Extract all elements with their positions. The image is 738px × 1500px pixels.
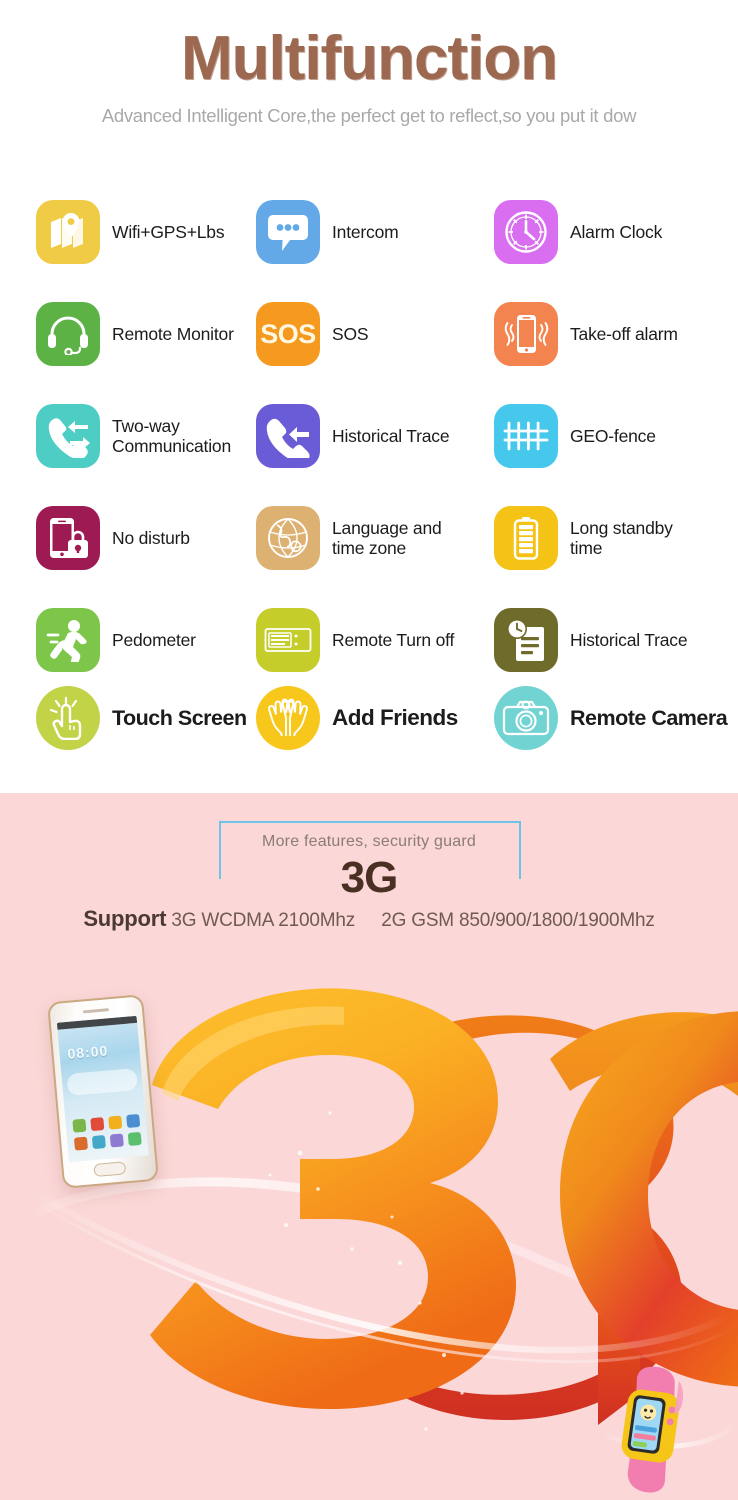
fence-icon <box>494 404 558 468</box>
phone-earpiece <box>82 1008 110 1014</box>
smartphone-mockup: 08:00 <box>47 994 159 1189</box>
map-pin-icon <box>36 200 100 264</box>
phone-app-dock <box>68 1112 145 1158</box>
vibrating-phone-icon <box>494 302 558 366</box>
feature-label: Language and time zone <box>332 517 442 558</box>
feature-item[interactable]: Touch Screen <box>36 686 247 750</box>
promo-tagline: More features, security guard <box>262 833 476 850</box>
feature-item[interactable]: SOS SOS <box>256 302 369 366</box>
feature-item[interactable]: Intercom <box>256 200 399 264</box>
phone-home-button <box>93 1161 127 1178</box>
clock-document-icon <box>494 608 558 672</box>
feature-label: Long standby time <box>570 517 673 558</box>
feature-label: Alarm Clock <box>570 221 663 242</box>
feature-label: No disturb <box>112 527 190 548</box>
feature-label: Two-way Communication <box>112 415 231 456</box>
feature-label: Touch Screen <box>112 705 247 730</box>
feature-label: Wifi+GPS+Lbs <box>112 221 225 242</box>
feature-item[interactable]: Language and time zone <box>256 506 442 570</box>
feature-item[interactable]: Remote Monitor <box>36 302 234 366</box>
header-section: Multifunction Advanced Intelligent Core,… <box>0 0 738 160</box>
phone-status-bar <box>56 1015 138 1030</box>
feature-item[interactable]: Alarm Clock <box>494 200 662 264</box>
battery-icon <box>494 506 558 570</box>
feature-item[interactable]: Wifi+GPS+Lbs <box>36 200 225 264</box>
support-2g-text: 2G GSM 850/900/1800/1900Mhz <box>381 910 655 931</box>
feature-grid: Wifi+GPS+Lbs Intercom Alarm Clock Remote… <box>0 180 738 793</box>
feature-label: Remote Turn off <box>332 629 455 650</box>
headset-icon <box>36 302 100 366</box>
feature-label: Intercom <box>332 221 399 242</box>
phone-clock: 08:00 <box>66 1042 109 1062</box>
incoming-call-icon <box>256 404 320 468</box>
feature-label: Remote Monitor <box>112 323 234 344</box>
two-way-call-icon <box>36 404 100 468</box>
feature-item[interactable]: Historical Trace <box>494 608 688 672</box>
feature-item[interactable]: Pedometer <box>36 608 196 672</box>
promo-network-label: 3G <box>340 853 399 902</box>
feature-item[interactable]: Long standby time <box>494 506 673 570</box>
feature-item[interactable]: GEO-fence <box>494 404 656 468</box>
feature-label: Pedometer <box>112 629 196 650</box>
feature-item[interactable]: Add Friends <box>256 686 458 750</box>
touch-finger-icon <box>36 686 100 750</box>
phone-lock-icon <box>36 506 100 570</box>
two-hands-icon <box>256 686 320 750</box>
support-line: Support 3G WCDMA 2100Mhz 2G GSM 850/900/… <box>0 906 738 932</box>
feature-item[interactable]: Historical Trace <box>256 404 450 468</box>
support-3g-text: 3G WCDMA 2100Mhz <box>171 910 356 931</box>
phone-screen: 08:00 <box>56 1015 149 1163</box>
chat-bubble-icon <box>256 200 320 264</box>
hero-artwork: 08:00 <box>0 963 738 1500</box>
feature-label: Remote Camera <box>570 705 728 730</box>
feature-label: SOS <box>332 323 369 344</box>
feature-label: GEO-fence <box>570 425 656 446</box>
feature-item[interactable]: No disturb <box>36 506 190 570</box>
feature-item[interactable]: Remote Camera <box>494 686 728 750</box>
running-person-icon <box>36 608 100 672</box>
feature-label: Historical Trace <box>570 629 688 650</box>
feature-label: Add Friends <box>332 704 458 730</box>
support-prefix: Support <box>83 906 167 931</box>
clock-icon <box>494 200 558 264</box>
feature-label: Take-off alarm <box>570 323 678 344</box>
sos-icon: SOS <box>256 302 320 366</box>
sos-text: SOS <box>260 318 316 349</box>
product-infographic: Multifunction Advanced Intelligent Core,… <box>0 0 738 1500</box>
page-title: Multifunction <box>180 24 558 93</box>
globe-icon <box>256 506 320 570</box>
feature-item[interactable]: Remote Turn off <box>256 608 454 672</box>
feature-label: Historical Trace <box>332 425 450 446</box>
promo-section: More features, security guard 3G Support… <box>0 793 738 1500</box>
camera-icon <box>494 686 558 750</box>
page-subtitle: Advanced Intelligent Core,the perfect ge… <box>101 105 637 126</box>
feature-item[interactable]: Take-off alarm <box>494 302 678 366</box>
phone-search-widget <box>66 1068 138 1097</box>
server-icon <box>256 608 320 672</box>
feature-item[interactable]: Two-way Communication <box>36 404 231 468</box>
